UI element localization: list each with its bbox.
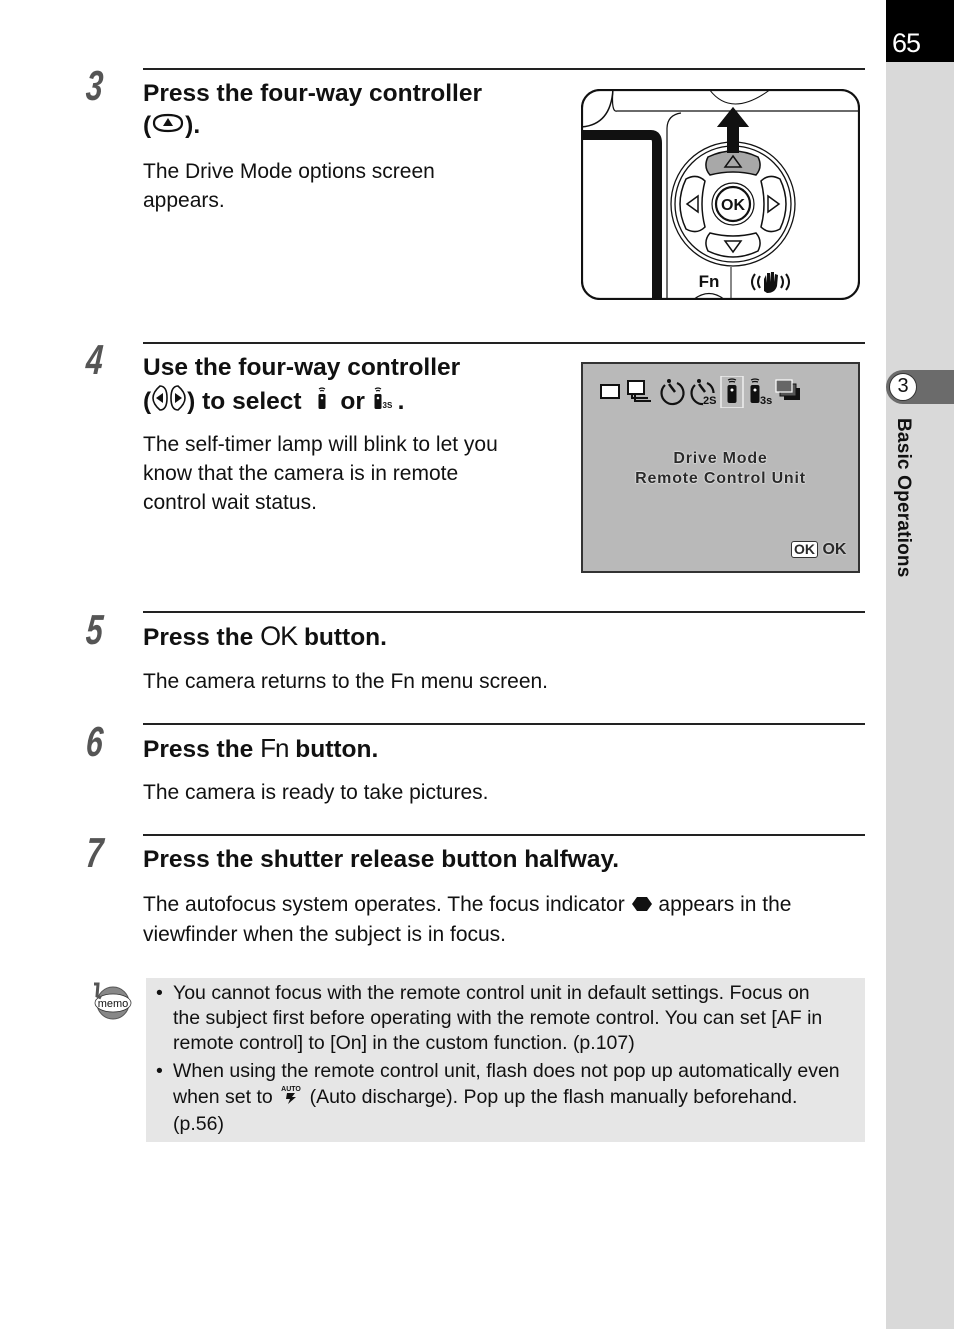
- step-title-text: ) to select: [187, 387, 302, 415]
- step-title: Press the OK button.: [143, 620, 387, 654]
- step-body: The camera returns to the Fn menu screen…: [143, 670, 549, 693]
- memo-line: remote control] to [On] in the custom fu…: [173, 1032, 635, 1055]
- focus-indicator-icon: [631, 891, 653, 920]
- lcd-subtitle: Remote Control Unit: [635, 470, 806, 487]
- continuous-icon[interactable]: [627, 380, 651, 402]
- paren-open: (: [143, 112, 152, 139]
- step-title-text: button.: [295, 736, 379, 763]
- step-number: 6: [84, 718, 105, 765]
- ok-key-icon: OK: [791, 541, 818, 558]
- remote-control-3s-icon: 3S: [372, 386, 398, 419]
- self-timer-12s-icon[interactable]: [660, 379, 685, 406]
- page-number: 65: [892, 28, 921, 58]
- step-title-text: Press the: [143, 736, 254, 763]
- step-body-line: appears.: [143, 189, 225, 212]
- four-way-right-icon: [169, 384, 187, 421]
- four-way-up-icon: [151, 111, 185, 143]
- remote-control-icon: [316, 386, 328, 419]
- memo-line: When using the remote control unit, flas…: [173, 1060, 840, 1083]
- svg-text:memo: memo: [98, 998, 129, 1010]
- step-title-line: Press the four-way controller: [143, 80, 483, 107]
- step-divider: [143, 834, 865, 836]
- step-title-text: or: [340, 387, 365, 415]
- memo-item: • You cannot focus with the remote contr…: [156, 981, 861, 1057]
- memo-line: when set to AUTO (Auto discharge). Pop u…: [173, 1084, 861, 1111]
- step-body-text: appears in the: [658, 893, 792, 916]
- memo-item: • When using the remote control unit, fl…: [156, 1059, 861, 1137]
- paren-open: (: [143, 387, 152, 415]
- step-title: Press the four-way controller ().: [143, 78, 482, 143]
- lcd-title: Drive Mode: [673, 450, 768, 467]
- step-body-text: The autofocus system operates. The focus…: [143, 893, 625, 916]
- memo-icon: memo: [90, 982, 132, 1020]
- step-divider: [143, 342, 865, 344]
- step-title: Use the four-way controller ( ) to select…: [143, 352, 460, 421]
- ok-label: OK: [822, 541, 847, 558]
- memo-text: (Auto discharge). Pop up the flash manua…: [309, 1086, 798, 1109]
- single-frame-icon[interactable]: [600, 384, 620, 399]
- step-body: The autofocus system operates. The focus…: [143, 890, 792, 949]
- remote-control-icon[interactable]: [720, 376, 744, 408]
- step-number: 5: [84, 606, 105, 653]
- step-title-line: Use the four-way controller: [143, 354, 461, 381]
- step-body: The camera is ready to take pictures.: [143, 781, 489, 804]
- step-body-line: The Drive Mode options screen: [143, 160, 435, 183]
- ok-key-glyph: OK: [260, 621, 298, 651]
- step-divider: [143, 723, 865, 725]
- step-body-line: The autofocus system operates. The focus…: [143, 890, 792, 920]
- step-divider: [143, 68, 865, 70]
- paren-close: ).: [185, 112, 201, 139]
- step-title: Press the shutter release button halfway…: [143, 846, 620, 873]
- step-body-line: viewfinder when the subject is in focus.: [143, 922, 507, 946]
- lcd-ok-button[interactable]: OK OK: [791, 541, 846, 559]
- bullet: •: [156, 982, 163, 1004]
- fn-key-glyph: Fn: [260, 733, 289, 763]
- four-way-controller-illustration: OK Fn: [580, 88, 861, 301]
- step-number: 4: [84, 336, 105, 383]
- svg-text:2S: 2S: [703, 395, 716, 407]
- memo-line: (p.56): [173, 1112, 224, 1135]
- step-title-text: .: [397, 387, 405, 415]
- svg-text:3S: 3S: [382, 401, 392, 410]
- chapter-sidebar: [886, 0, 954, 1329]
- step-title-text: button.: [303, 624, 387, 651]
- four-way-left-icon: [151, 384, 169, 421]
- step-title-line: ( ) to select or 3S.: [143, 384, 460, 421]
- step-divider: [143, 611, 865, 613]
- step-body-line: control wait status.: [143, 491, 317, 514]
- chapter-number: 3: [889, 373, 917, 401]
- step-title: Press the Fn button.: [143, 732, 378, 766]
- step-number: 7: [84, 829, 105, 876]
- drive-mode-screen: 2S 3s Drive Mode Remote Control Unit OK …: [581, 362, 860, 573]
- step-number: 3: [84, 62, 105, 109]
- step-body-line: know that the camera is in remote: [143, 462, 459, 485]
- auto-bracket-icon[interactable]: [775, 379, 800, 400]
- chapter-title: Basic Operations: [893, 418, 914, 578]
- svg-text:3s: 3s: [760, 395, 772, 407]
- step-body: The Drive Mode options screen appears.: [143, 157, 435, 215]
- memo-list: • You cannot focus with the remote contr…: [156, 981, 861, 1139]
- memo-line: the subject first before operating with …: [173, 1007, 823, 1030]
- bullet: •: [156, 1060, 163, 1083]
- step-body-line: The self-timer lamp will blink to let yo…: [143, 433, 498, 456]
- step-body: The self-timer lamp will blink to let yo…: [143, 430, 498, 517]
- remote-control-3s-icon[interactable]: 3s: [750, 378, 773, 407]
- svg-text:AUTO: AUTO: [281, 1086, 301, 1093]
- self-timer-2s-icon[interactable]: 2S: [690, 379, 717, 407]
- step-title-text: Press the: [143, 624, 254, 651]
- ok-button-label: OK: [721, 197, 745, 214]
- fn-button-label: Fn: [699, 272, 720, 291]
- auto-flash-icon: AUTO: [278, 1084, 304, 1111]
- memo-line: You cannot focus with the remote control…: [173, 982, 810, 1004]
- step-title-line: ().: [143, 110, 482, 143]
- memo-text: when set to: [173, 1086, 273, 1109]
